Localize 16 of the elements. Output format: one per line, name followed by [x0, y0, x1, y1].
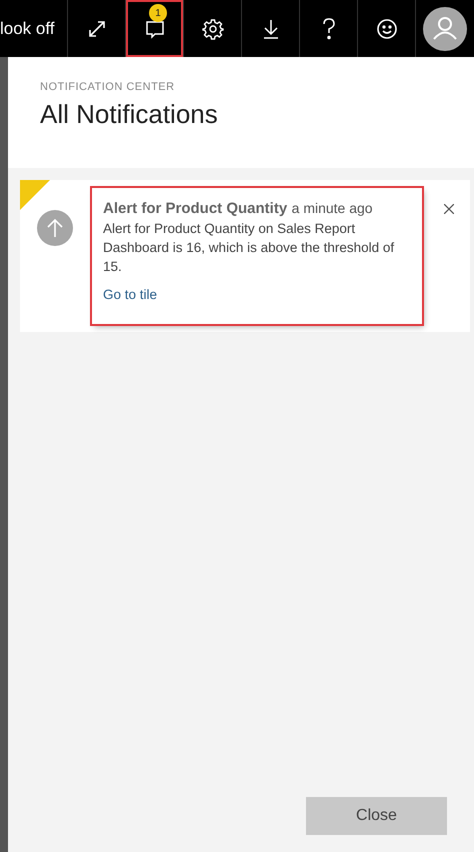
avatar-icon: [423, 6, 467, 50]
download-icon: [262, 18, 280, 40]
panel-eyebrow: NOTIFICATION CENTER: [40, 81, 176, 93]
smiley-icon: [376, 18, 398, 40]
notification-time: a minute ago: [292, 200, 373, 216]
settings-icon: [202, 18, 224, 40]
close-icon: [444, 204, 454, 214]
help-icon: [322, 18, 336, 40]
go-to-tile-link[interactable]: Go to tile: [103, 287, 158, 302]
expand-icon: [86, 18, 106, 38]
notification-message: Alert for Product Quantity on Sales Report Dashboard is 16, which is above the threshold of 15.: [103, 220, 396, 276]
panel-title: All Notifications: [40, 99, 219, 130]
notification-count-badge: 1: [149, 4, 167, 22]
notifications-button[interactable]: 1: [126, 0, 184, 57]
close-button[interactable]: Close: [306, 797, 447, 835]
notification-title: Alert for Product Quantity: [103, 200, 288, 217]
